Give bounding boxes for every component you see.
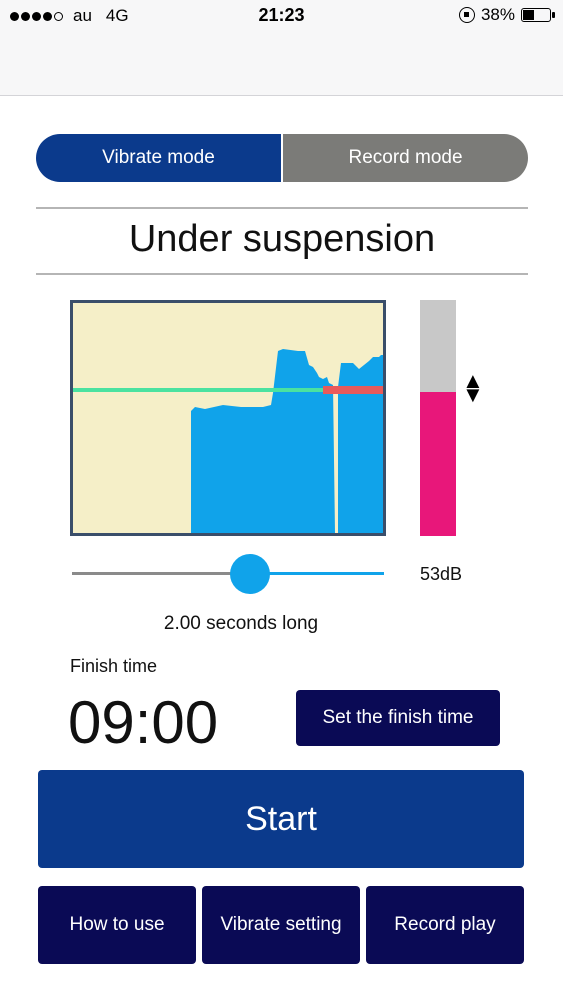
slider-track-right: [250, 572, 384, 575]
rotation-lock-icon: [458, 7, 475, 23]
start-button[interactable]: Start: [38, 770, 524, 868]
finish-time-label: Finish time: [70, 656, 158, 676]
battery-percent: 38%: [480, 5, 515, 24]
level-meter-fill: [420, 392, 456, 536]
level-meter: [420, 300, 456, 536]
duration-label: 2.00 seconds long: [163, 613, 319, 634]
finish-time-value: 09:00: [68, 689, 219, 756]
slider-track-left: [72, 572, 250, 575]
top-bar: au 4G 21:23 38%: [0, 0, 563, 96]
status-bar: au 4G 21:23 38%: [0, 0, 563, 32]
status-right: 38%: [458, 5, 555, 25]
duration-slider[interactable]: [72, 554, 384, 594]
record-mode-tab[interactable]: Record mode: [283, 134, 528, 182]
divider-bottom: [36, 273, 528, 275]
state-title: Under suspension: [128, 218, 436, 260]
decibel-readout: 53dB: [420, 564, 463, 584]
vibrate-setting-button[interactable]: Vibrate setting: [202, 886, 360, 964]
mode-toggle: Vibrate mode Record mode: [36, 134, 528, 182]
sound-monitor-graph: [70, 300, 386, 536]
how-to-use-button[interactable]: How to use: [38, 886, 196, 964]
record-play-button[interactable]: Record play: [366, 886, 524, 964]
battery-icon: [521, 8, 555, 22]
sensitivity-adjust-icon[interactable]: ▲ ▼: [462, 370, 484, 406]
slider-thumb[interactable]: [230, 554, 270, 594]
threshold-exceeded-marker: [323, 386, 383, 394]
set-finish-time-button[interactable]: Set the finish time: [296, 690, 500, 746]
divider-top: [36, 207, 528, 209]
vibrate-mode-tab[interactable]: Vibrate mode: [36, 134, 283, 182]
threshold-line: [73, 388, 323, 392]
sound-monitor-svg: [73, 303, 383, 533]
